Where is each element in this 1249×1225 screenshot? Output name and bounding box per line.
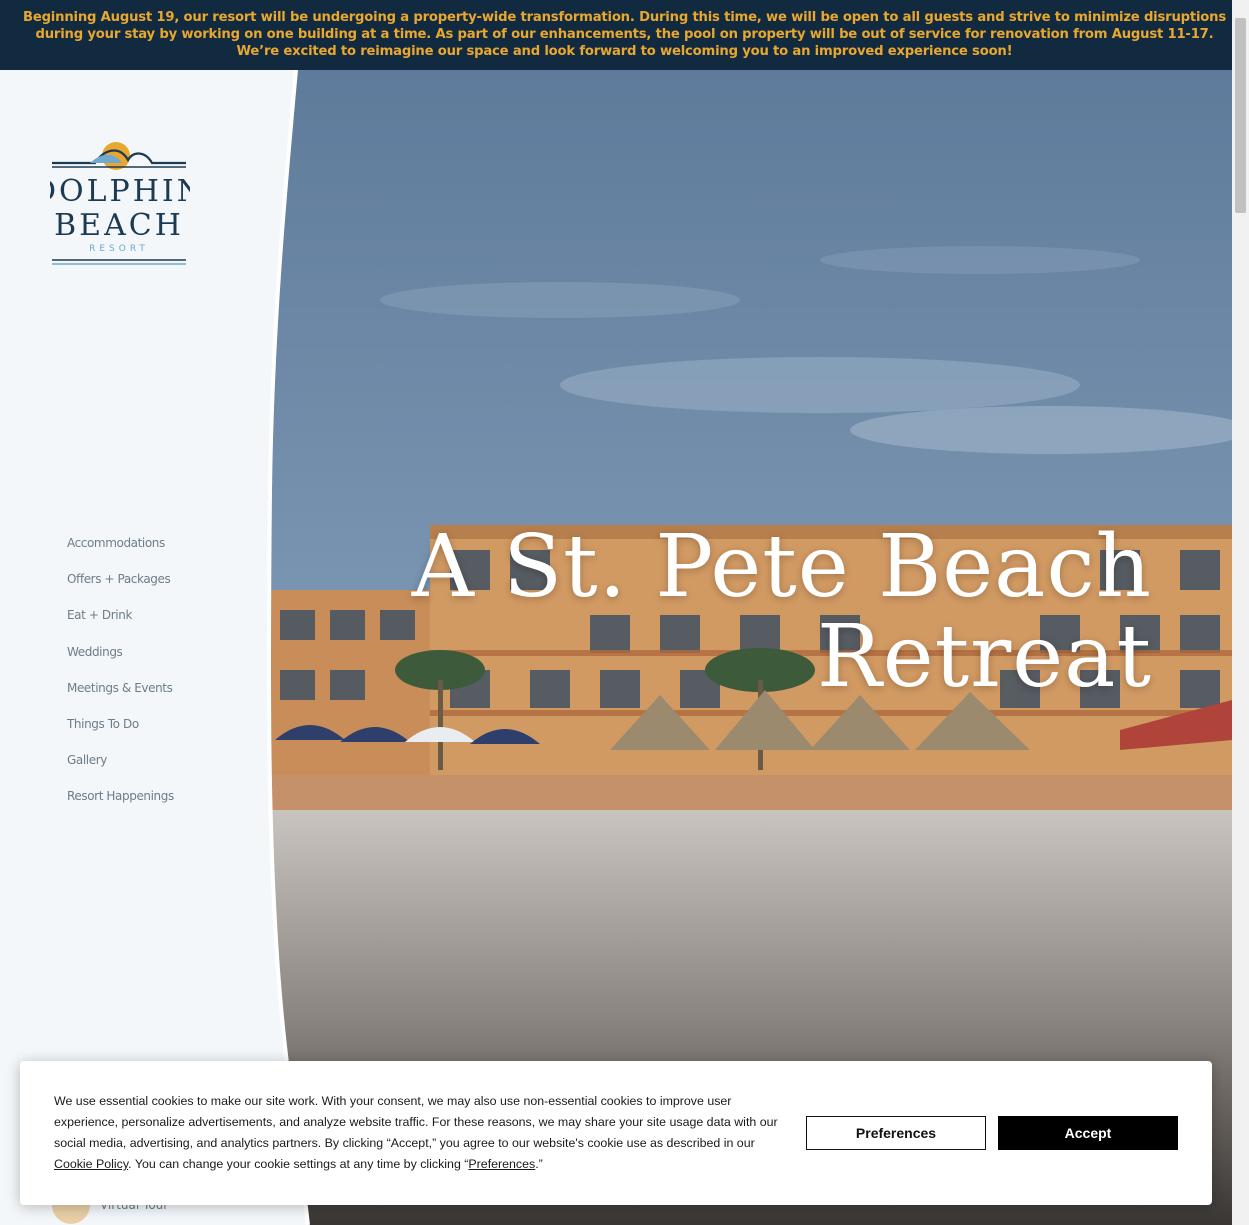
- svg-text:DOLPHIN: DOLPHIN: [50, 174, 190, 209]
- hero-title-line-1: A St. Pete Beach: [411, 517, 1152, 617]
- nav-item-gallery[interactable]: Gallery: [67, 750, 257, 786]
- announcement-line-1: Beginning August 19, our resort will be …: [22, 10, 1227, 25]
- scrollbar-thumb[interactable]: [1235, 18, 1246, 213]
- cookie-consent-text: We use essential cookies to make our sit…: [54, 1091, 784, 1175]
- nav-item-resort-happenings[interactable]: Resort Happenings: [67, 786, 257, 822]
- main-nav: Accommodations Offers + Packages Eat + D…: [67, 533, 257, 823]
- nav-item-things-to-do[interactable]: Things To Do: [67, 714, 257, 750]
- announcement-banner: Beginning August 19, our resort will be …: [0, 0, 1249, 70]
- nav-item-offers-packages[interactable]: Offers + Packages: [67, 569, 257, 605]
- hero-title: A St. Pete Beach Retreat: [392, 522, 1152, 702]
- cookie-text-part-2: . You can change your cookie settings at…: [128, 1157, 469, 1171]
- page-scrollbar[interactable]: [1232, 0, 1249, 1225]
- nav-item-meetings-events[interactable]: Meetings & Events: [67, 678, 257, 714]
- cookie-text-part-1: We use essential cookies to make our sit…: [54, 1094, 778, 1150]
- preferences-button[interactable]: Preferences: [806, 1116, 986, 1150]
- nav-item-weddings[interactable]: Weddings: [67, 642, 257, 678]
- announcement-line-3: We’re excited to reimagine our space and…: [236, 44, 1013, 59]
- cookie-consent-banner: We use essential cookies to make our sit…: [20, 1061, 1212, 1205]
- svg-text:BEACH: BEACH: [54, 208, 184, 243]
- announcement-line-2: during your stay by working on one build…: [35, 27, 1214, 42]
- cookie-text-part-3: .”: [535, 1157, 543, 1171]
- cookie-policy-link[interactable]: Cookie Policy: [54, 1157, 128, 1171]
- cookie-preferences-link[interactable]: Preferences: [468, 1157, 535, 1171]
- dolphin-beach-logo[interactable]: DOLPHIN BEACH RESORT: [50, 138, 190, 268]
- hero-title-line-2: Retreat: [816, 607, 1152, 707]
- nav-item-accommodations[interactable]: Accommodations: [67, 533, 257, 569]
- accept-button[interactable]: Accept: [998, 1116, 1178, 1150]
- nav-item-eat-drink[interactable]: Eat + Drink: [67, 605, 257, 641]
- svg-text:RESORT: RESORT: [89, 244, 149, 254]
